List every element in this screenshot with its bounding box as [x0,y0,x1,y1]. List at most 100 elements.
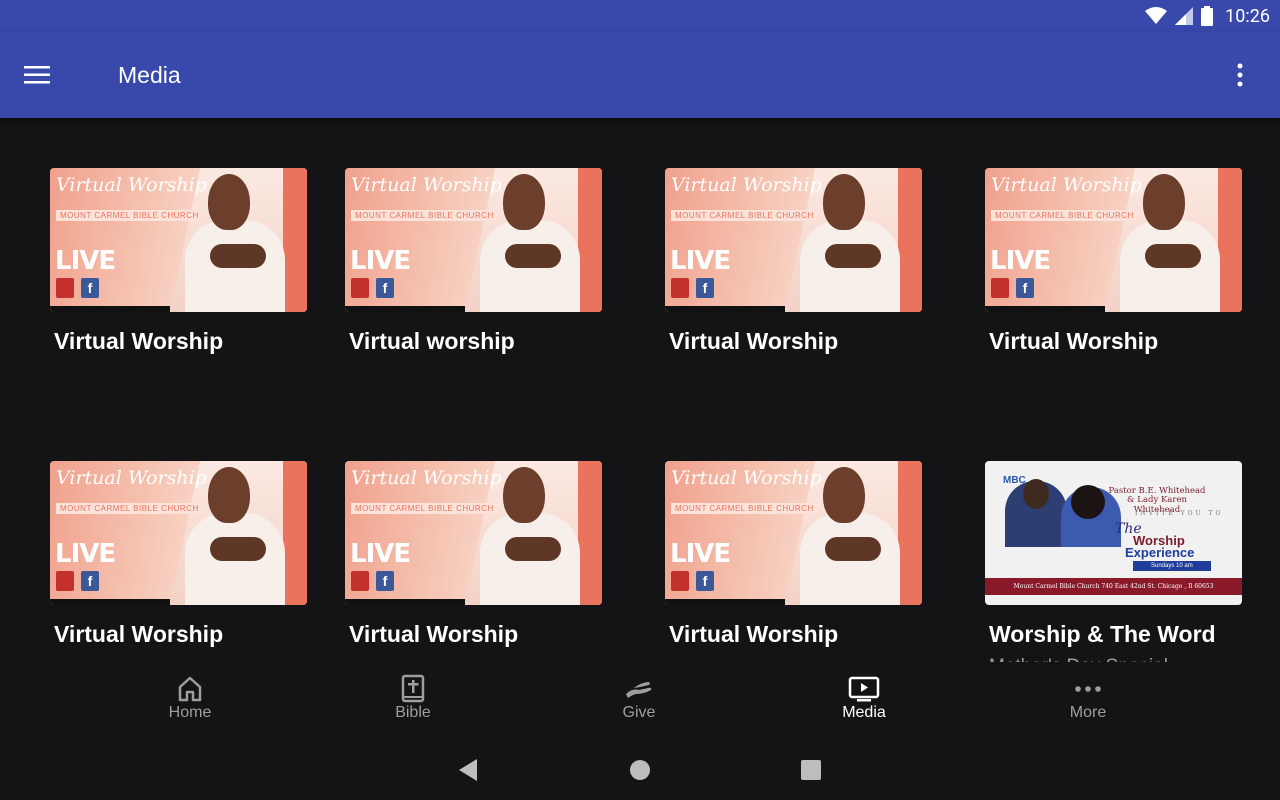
person-hands [825,537,881,561]
nav-label-give: Give [622,704,656,721]
facebook-icon: f [81,278,99,298]
media-card[interactable]: Virtual Worship MOUNT CARMEL BIBLE CHURC… [985,168,1242,355]
video-thumbnail: MBC Pastor B.E. Whitehead & Lady Karen W… [985,461,1242,605]
thumb-edge [898,461,922,605]
thumb-progress-line [345,599,465,605]
media-card[interactable]: Virtual Worship MOUNT CARMEL BIBLE CHURC… [665,168,922,355]
thumb-sundays: Sundays 10 am [1133,561,1211,571]
person-hands [505,244,561,268]
media-card-title: Virtual Worship [349,621,519,647]
nav-item-more[interactable]: More [1028,670,1148,734]
person-hands [1145,244,1201,268]
facebook-icon: f [376,278,394,298]
thumb-church-name: MOUNT CARMEL BIBLE CHURCH [351,503,498,514]
person-head [1143,174,1185,230]
home-icon [178,676,202,702]
person-head [208,174,250,230]
media-card[interactable]: MBC Pastor B.E. Whitehead & Lady Karen W… [985,461,1242,662]
media-icon [848,676,880,702]
nav-item-home[interactable]: Home [130,670,250,734]
thumb-script-title: Virtual Worship [351,174,502,196]
video-thumbnail: Virtual Worship MOUNT CARMEL BIBLE CHURC… [50,461,307,605]
give-icon [626,682,652,698]
person-hands [505,537,561,561]
lady-head [1071,485,1105,519]
media-card-title: Virtual Worship [989,328,1159,354]
media-card-title: Virtual Worship [669,621,839,647]
thumb-script-title: Virtual Worship [56,174,207,196]
pastor-head [1023,479,1049,509]
thumb-script-title: Virtual Worship [671,467,822,489]
thumb-church-name: MOUNT CARMEL BIBLE CHURCH [56,210,203,221]
system-navigation [0,740,1280,800]
media-card-title: Virtual Worship [669,328,839,354]
thumb-script-title: Virtual Worship [671,174,822,196]
video-thumbnail: Virtual Worship MOUNT CARMEL BIBLE CHURC… [665,461,922,605]
bottom-navigation: Home Bible Give Media More [0,662,1280,740]
nav-item-bible[interactable]: Bible [353,670,473,734]
person-head [823,174,865,230]
overflow-menu-button[interactable] [1220,58,1260,92]
youtube-icon [991,278,1009,298]
youtube-icon [351,571,369,591]
video-thumbnail: Virtual Worship MOUNT CARMEL BIBLE CHURC… [345,168,602,312]
media-grid: Virtual Worship MOUNT CARMEL BIBLE CHURC… [0,118,1280,662]
youtube-icon [351,278,369,298]
thumb-progress-line [665,599,785,605]
recents-button[interactable] [791,754,831,786]
person-head [503,467,545,523]
thumb-live-label: LIVE [990,246,1051,276]
thumb-live-label: LIVE [670,246,731,276]
media-card[interactable]: Virtual Worship MOUNT CARMEL BIBLE CHURC… [665,461,922,648]
media-card[interactable]: Virtual Worship MOUNT CARMEL BIBLE CHURC… [345,461,602,648]
person-head [503,174,545,230]
wifi-icon [1145,7,1168,24]
media-card[interactable]: Virtual Worship MOUNT CARMEL BIBLE CHURC… [50,168,307,355]
thumb-edge [578,461,602,605]
menu-button[interactable] [24,58,72,92]
status-icons: 10:26 [1145,4,1270,28]
thumb-church-name: MOUNT CARMEL BIBLE CHURCH [671,503,818,514]
youtube-icon [56,571,74,591]
thumb-church-name: MOUNT CARMEL BIBLE CHURCH [351,210,498,221]
nav-item-give[interactable]: Give [579,670,699,734]
status-time: 10:26 [1225,5,1270,27]
nav-label-bible: Bible [395,704,431,721]
person-head [208,467,250,523]
thumb-church-name: MOUNT CARMEL BIBLE CHURCH [56,503,203,514]
media-card[interactable]: Virtual Worship MOUNT CARMEL BIBLE CHURC… [50,461,307,648]
nav-label-media: Media [842,704,886,721]
media-card-title: Virtual Worship [54,621,224,647]
status-bar: 10:26 [0,0,1280,32]
thumb-live-label: LIVE [55,539,116,569]
home-system-button[interactable] [620,754,660,786]
thumb-experience: Experience [1125,545,1195,560]
thumb-progress-line [985,306,1105,312]
circle-home-icon [630,760,650,780]
media-card[interactable]: Virtual Worship MOUNT CARMEL BIBLE CHURC… [345,168,602,355]
battery-icon [1201,6,1214,26]
nav-item-media[interactable]: Media [804,670,924,734]
person-hands [210,244,266,268]
thumb-script-title: Virtual Worship [56,467,207,489]
media-card-title: Virtual worship [349,328,515,354]
thumb-edge [578,168,602,312]
media-card-title: Worship & The Word [989,621,1216,647]
more-vert-icon [1237,63,1243,87]
thumb-edge [898,168,922,312]
youtube-icon [671,571,689,591]
more-icon [1075,686,1101,692]
person-head [823,467,865,523]
thumb-edge [283,168,307,312]
facebook-icon: f [1016,278,1034,298]
square-recents-icon [801,760,821,780]
media-card-title: Virtual Worship [54,328,224,354]
thumb-invite: INVITE YOU TO [1135,510,1224,517]
thumb-progress-line [345,306,465,312]
thumb-progress-line [50,306,170,312]
youtube-icon [56,278,74,298]
app-bar: Media [0,32,1280,118]
back-button[interactable] [448,754,488,786]
facebook-icon: f [376,571,394,591]
thumb-live-label: LIVE [55,246,116,276]
